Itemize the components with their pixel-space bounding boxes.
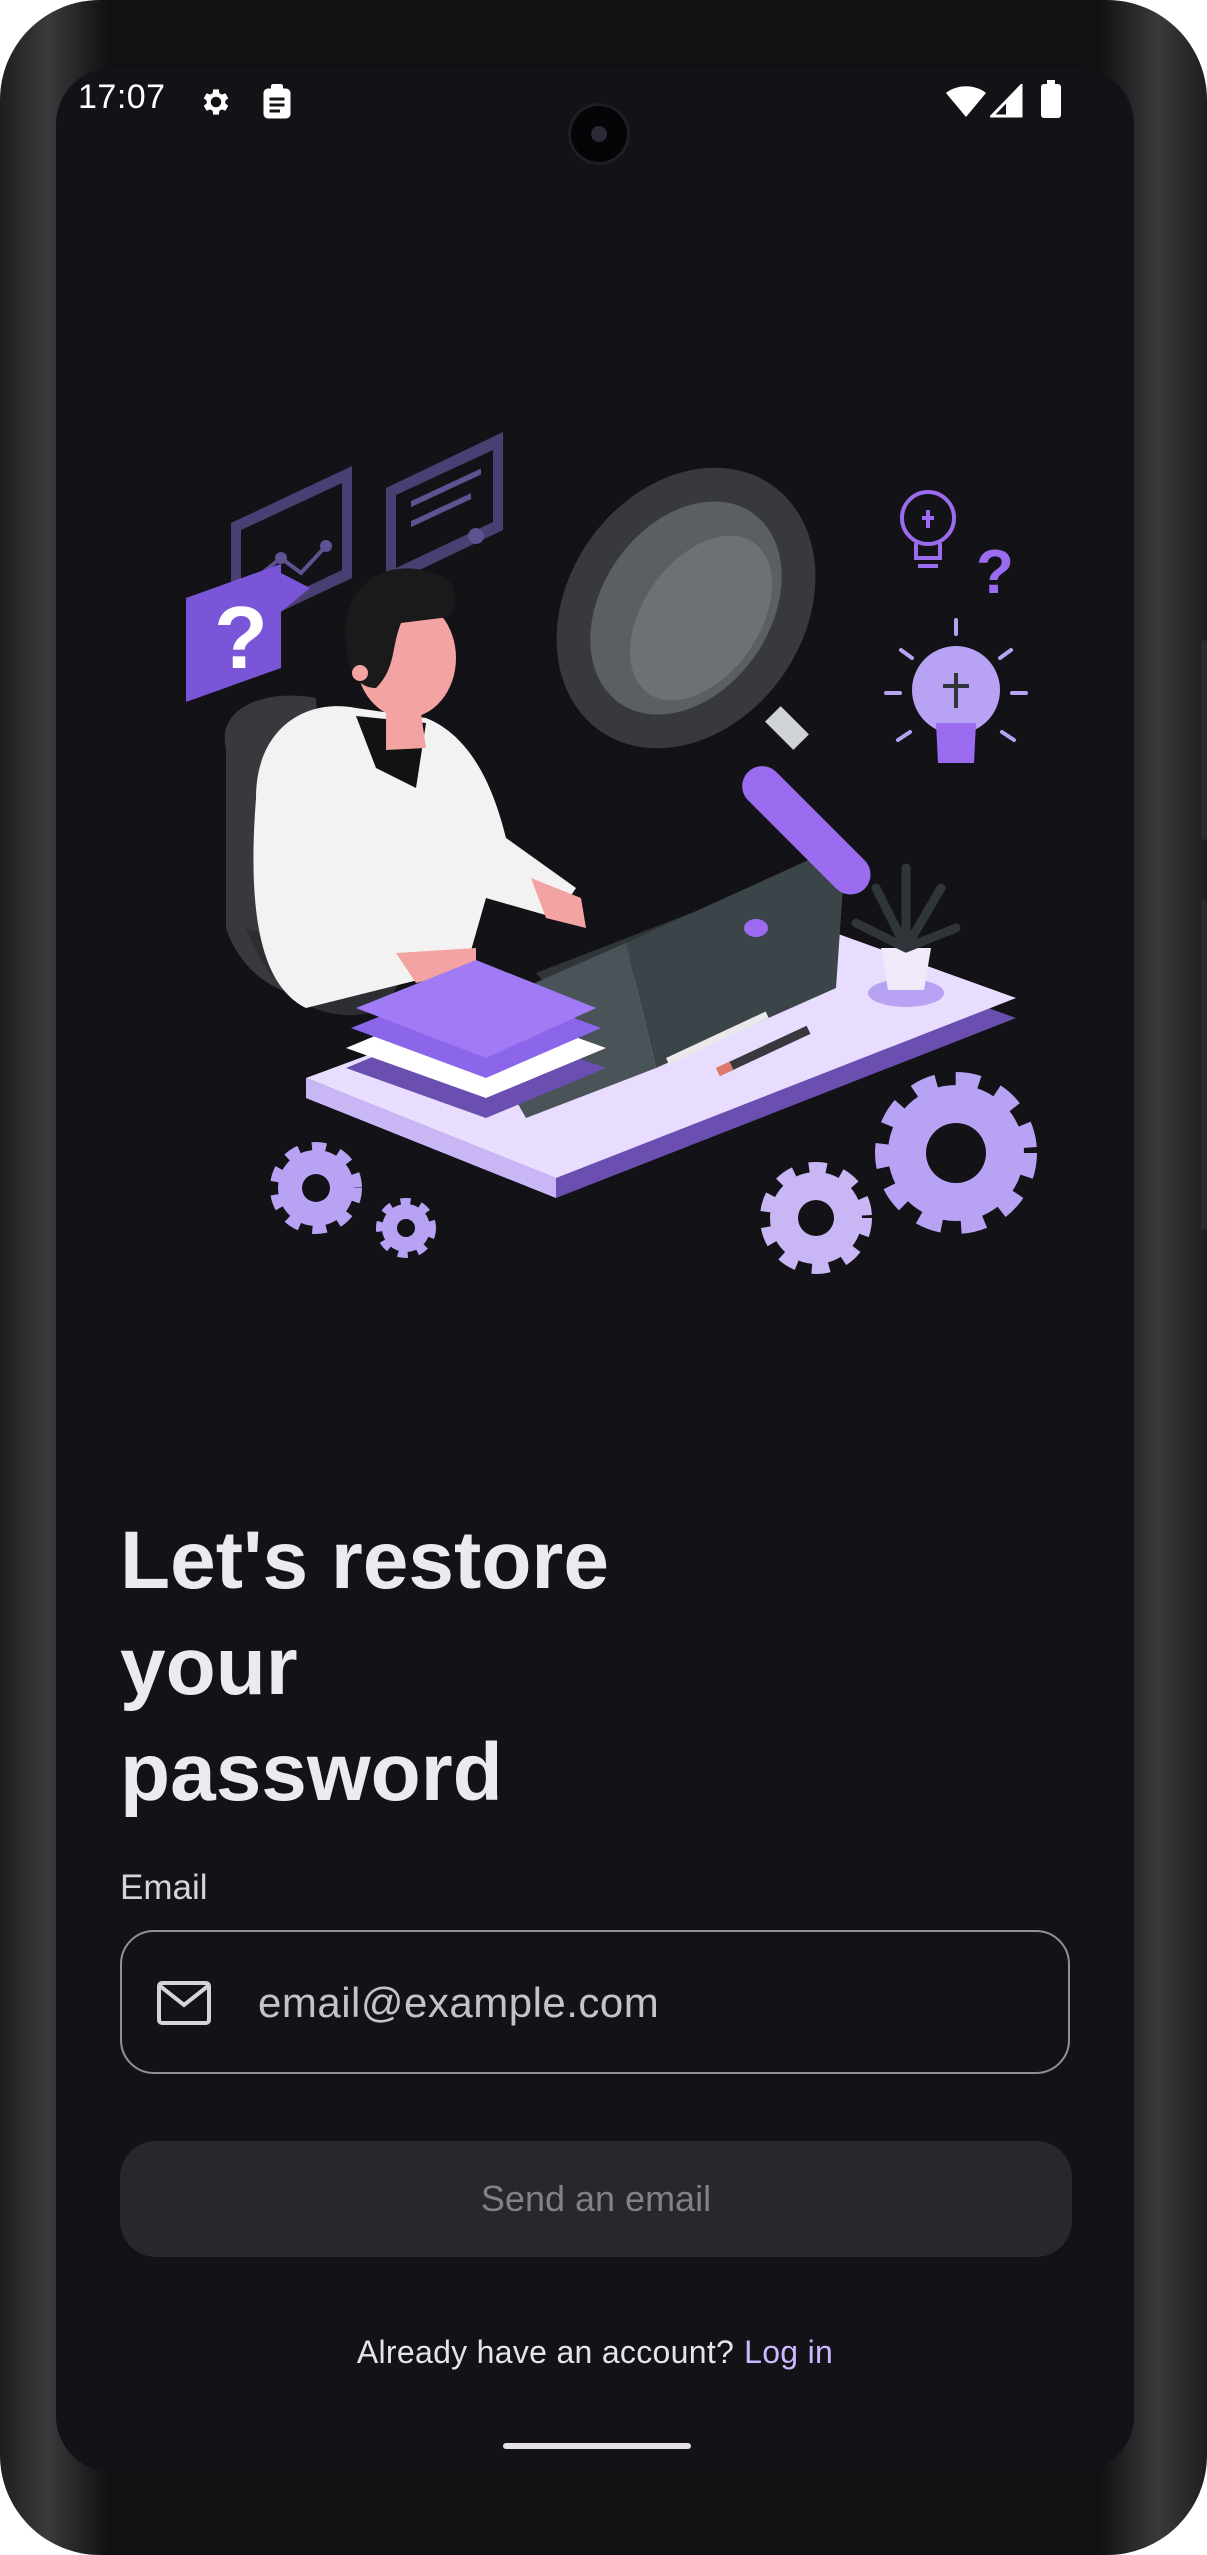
send-email-button[interactable]: Send an email xyxy=(120,2141,1072,2257)
login-prompt: Already have an account? Log in xyxy=(56,2334,1134,2371)
side-button xyxy=(1201,900,1207,1230)
phone-frame: 17:07 ? ? Let's restore your password Em… xyxy=(0,0,1207,2555)
gear-left xyxy=(270,1142,362,1234)
svg-text:?: ? xyxy=(214,588,268,687)
login-link[interactable]: Log in xyxy=(744,2334,833,2370)
hero-illustration: ? ? xyxy=(186,432,1037,1274)
email-placeholder: email@example.com xyxy=(258,1979,660,2026)
settings-icon xyxy=(203,89,229,115)
battery-icon xyxy=(1041,80,1061,118)
wifi-icon xyxy=(946,86,986,117)
page-title: Let's restore your password xyxy=(120,1508,1020,1826)
login-prompt-text: Already have an account? xyxy=(356,2334,735,2370)
lightbulb-glowing xyxy=(884,618,1028,763)
gear-large xyxy=(875,1072,1037,1234)
screen: 17:07 ? ? Let's restore your password Em… xyxy=(56,68,1134,2472)
clipboard-icon xyxy=(263,84,291,119)
email-field[interactable]: email@example.com xyxy=(120,1930,1070,2074)
title-line: password xyxy=(120,1727,503,1818)
title-line: your xyxy=(120,1621,298,1712)
home-indicator[interactable] xyxy=(503,2443,691,2449)
side-button xyxy=(1201,640,1207,840)
gear-left-small xyxy=(376,1198,436,1258)
lightbulb-outline xyxy=(900,490,956,568)
person xyxy=(253,568,586,1008)
email-label: Email xyxy=(120,1868,208,1907)
title-line: Let's restore xyxy=(120,1515,609,1606)
mail-icon xyxy=(157,1981,211,2025)
gear-medium xyxy=(760,1162,872,1274)
front-camera xyxy=(568,103,630,165)
magnifying-glass xyxy=(556,467,871,895)
question-mark-small: ? xyxy=(976,538,1014,607)
question-bubble: ? xyxy=(186,564,310,702)
signal-icon xyxy=(990,84,1023,118)
status-time: 17:07 xyxy=(78,78,166,116)
frame-document xyxy=(386,432,503,586)
